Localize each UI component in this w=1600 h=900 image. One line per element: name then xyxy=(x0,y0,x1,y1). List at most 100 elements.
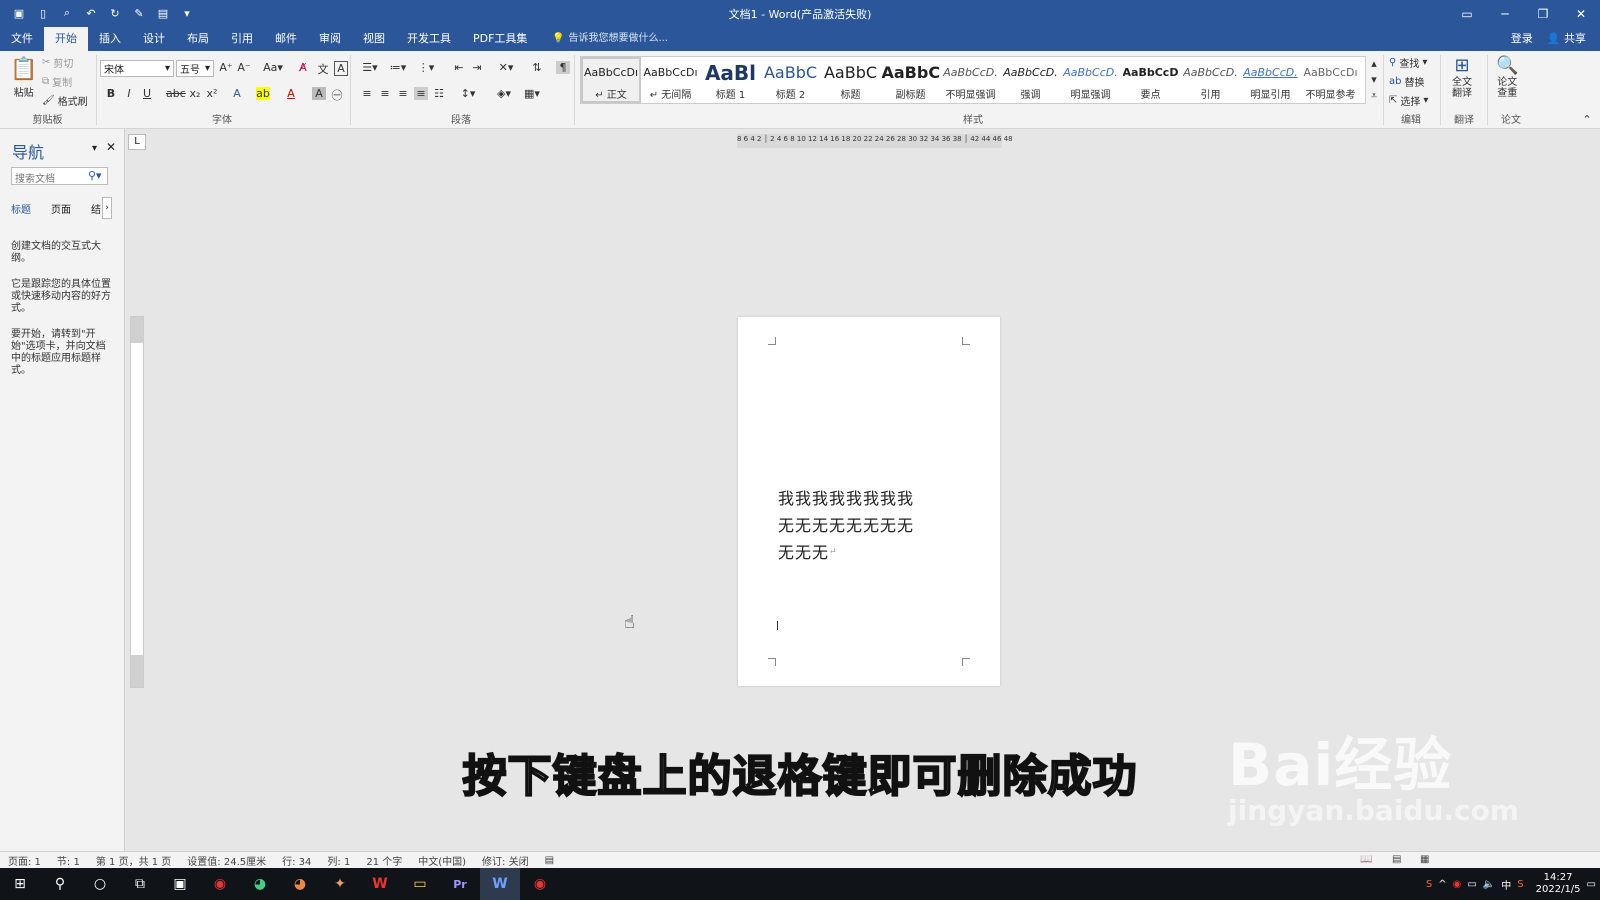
tab-0[interactable]: 文件 xyxy=(0,27,44,51)
status-page[interactable]: 页面: 1 xyxy=(8,853,41,868)
change-case-icon[interactable]: Aa▾ xyxy=(262,61,284,74)
multilevel-list-icon[interactable]: ⋮▾ xyxy=(416,61,436,74)
line-spacing-icon[interactable]: ↕▾ xyxy=(458,87,478,100)
status-section[interactable]: 节: 1 xyxy=(57,853,80,868)
bold-icon[interactable]: B xyxy=(104,87,118,100)
cortana-icon[interactable]: ○ xyxy=(80,868,120,900)
sort-icon[interactable]: ⇅ xyxy=(530,61,544,74)
style-2[interactable]: AaBl 标题 1 xyxy=(701,57,761,103)
italic-icon[interactable]: I xyxy=(122,87,136,100)
minimize-icon[interactable]: ─ xyxy=(1486,0,1524,27)
status-track[interactable]: 修订: 关闭 xyxy=(482,853,529,868)
align-left-icon[interactable]: ≡ xyxy=(360,87,374,100)
status-pages[interactable]: 第 1 页，共 1 页 xyxy=(96,853,171,868)
chrome-alt-icon[interactable]: ◕ xyxy=(280,868,320,900)
search-icon[interactable]: ⚲▾ xyxy=(88,169,102,182)
style-0[interactable]: AaBbCcDı ↵ 正文 xyxy=(581,57,641,103)
text-effect-icon[interactable]: A xyxy=(230,87,244,100)
tab-10[interactable]: PDF工具集 xyxy=(462,27,538,51)
tab-2[interactable]: 插入 xyxy=(88,27,132,51)
nav-close-icon[interactable]: ✕ xyxy=(106,140,116,154)
macro-record-icon[interactable]: ▤ xyxy=(545,855,554,866)
style-4[interactable]: AaBbC 标题 xyxy=(821,57,881,103)
chinese-layout-icon[interactable]: ✕▾ xyxy=(496,61,516,74)
document-body[interactable]: 我我我我我我我我 无无无无无无无无 无无无 ↵ xyxy=(778,485,963,566)
style-6[interactable]: AaBbCcD. 不明显强调 xyxy=(941,57,1001,103)
style-5[interactable]: AaBbC 副标题 xyxy=(881,57,941,103)
nav-tab-1[interactable]: 页面 xyxy=(51,201,71,216)
recorder-icon[interactable]: ◉ xyxy=(520,868,560,900)
font-name-select[interactable]: 宋体 ▾ xyxy=(100,60,174,77)
full-translate-button[interactable]: ⊞ 全文 翻译 xyxy=(1452,55,1472,99)
style-12[interactable]: AaBbCcDı 不明显参考 xyxy=(1301,57,1361,103)
bird-app-icon[interactable]: ✦ xyxy=(320,868,360,900)
gallery-more-icon[interactable]: ⩡ xyxy=(1367,89,1381,103)
style-9[interactable]: AaBbCcD 要点 xyxy=(1121,57,1181,103)
task-view-icon[interactable]: ⧉ xyxy=(120,868,160,900)
format-painter-button[interactable]: 🖌 格式刷 xyxy=(42,93,88,108)
horizontal-ruler[interactable]: 8 6 4 2 │ 2 4 6 8 10 12 14 16 18 20 22 2… xyxy=(737,134,1013,148)
style-3[interactable]: AaBbC 标题 2 xyxy=(761,57,821,103)
word-icon[interactable]: W xyxy=(480,868,520,900)
ribbon-display-icon[interactable]: ▭ xyxy=(1448,0,1486,27)
shading-icon[interactable]: ◈▾ xyxy=(494,87,514,100)
nav-options-icon[interactable]: ▾ xyxy=(92,143,97,154)
collapse-ribbon-icon[interactable]: ⌃ xyxy=(1580,113,1594,126)
grow-font-icon[interactable]: A⁺ xyxy=(219,61,233,74)
ime-indicator[interactable]: 中 xyxy=(1501,877,1511,892)
file-explorer-icon[interactable]: ▭ xyxy=(400,868,440,900)
shrink-font-icon[interactable]: A⁻ xyxy=(237,61,251,74)
copy-button[interactable]: ⧉ 复制 xyxy=(42,74,72,89)
record-tray-icon[interactable]: ◉ xyxy=(1453,879,1462,890)
tray-expand-icon[interactable]: ^ xyxy=(1438,879,1446,890)
style-1[interactable]: AaBbCcDı ↵ 无间隔 xyxy=(641,57,701,103)
web-layout-icon[interactable]: ▦ xyxy=(1420,854,1429,865)
increase-indent-icon[interactable]: ⇥ xyxy=(470,61,484,74)
chrome-icon[interactable]: ◕ xyxy=(240,868,280,900)
bullets-icon[interactable]: ☰▾ xyxy=(360,61,380,74)
status-row[interactable]: 行: 34 xyxy=(282,853,311,868)
phonetic-guide-icon[interactable]: 文 xyxy=(316,61,330,77)
nav-tabs-scroll-icon[interactable]: › xyxy=(102,197,112,219)
notification-icon[interactable]: ▭ xyxy=(1587,879,1596,890)
share-button[interactable]: 👤 共享 xyxy=(1547,27,1586,51)
replace-button[interactable]: ab 替换 xyxy=(1389,74,1424,89)
find-button[interactable]: ⚲ 查找 ▾ xyxy=(1389,55,1427,70)
tab-4[interactable]: 布局 xyxy=(176,27,220,51)
print-layout-icon[interactable]: ▤ xyxy=(1392,854,1401,865)
status-words[interactable]: 21 个字 xyxy=(366,853,402,868)
document-page[interactable]: 我我我我我我我我 无无无无无无无无 无无无 ↵ xyxy=(738,317,1000,686)
align-right-icon[interactable]: ≡ xyxy=(396,87,410,100)
network-icon[interactable]: ▭ xyxy=(1467,879,1476,890)
windows-start-icon[interactable]: ⊞ xyxy=(0,868,40,900)
paste-button[interactable]: 📋 粘贴 xyxy=(10,57,37,99)
style-8[interactable]: AaBbCcD. 明显强调 xyxy=(1061,57,1121,103)
clear-format-icon[interactable]: A̸ xyxy=(296,61,310,74)
volume-icon[interactable]: 🔈 xyxy=(1483,879,1495,890)
premiere-icon[interactable]: Pr xyxy=(440,868,480,900)
vertical-ruler[interactable] xyxy=(130,316,144,688)
decrease-indent-icon[interactable]: ⇤ xyxy=(452,61,466,74)
tab-6[interactable]: 邮件 xyxy=(264,27,308,51)
style-11[interactable]: AaBbCcD. 明显引用 xyxy=(1241,57,1301,103)
read-mode-icon[interactable]: 📖 xyxy=(1360,854,1372,865)
search-icon[interactable]: ⚲ xyxy=(40,868,80,900)
distribute-icon[interactable]: ☷ xyxy=(432,87,446,100)
gallery-scroll-up-icon[interactable]: ▴ xyxy=(1367,57,1381,70)
tab-9[interactable]: 开发工具 xyxy=(396,27,462,51)
login-link[interactable]: 登录 xyxy=(1511,27,1533,51)
gallery-scroll-down-icon[interactable]: ▾ xyxy=(1367,73,1381,86)
font-size-select[interactable]: 五号 ▾ xyxy=(176,60,214,77)
font-color-icon[interactable]: A xyxy=(284,87,298,100)
align-center-icon[interactable]: ≡ xyxy=(378,87,392,100)
nav-tab-2[interactable]: 结 xyxy=(91,201,101,216)
tab-7[interactable]: 审阅 xyxy=(308,27,352,51)
wps-icon[interactable]: W xyxy=(360,868,400,900)
clock[interactable]: 14:27 2022/1/5 xyxy=(1536,872,1581,896)
char-border-icon[interactable]: A xyxy=(334,61,348,76)
status-language[interactable]: 中文(中国) xyxy=(418,853,466,868)
highlight-icon[interactable]: ab xyxy=(256,87,270,100)
select-button[interactable]: ⇱ 选择 ▾ xyxy=(1389,93,1428,108)
tab-8[interactable]: 视图 xyxy=(352,27,396,51)
tab-3[interactable]: 设计 xyxy=(132,27,176,51)
